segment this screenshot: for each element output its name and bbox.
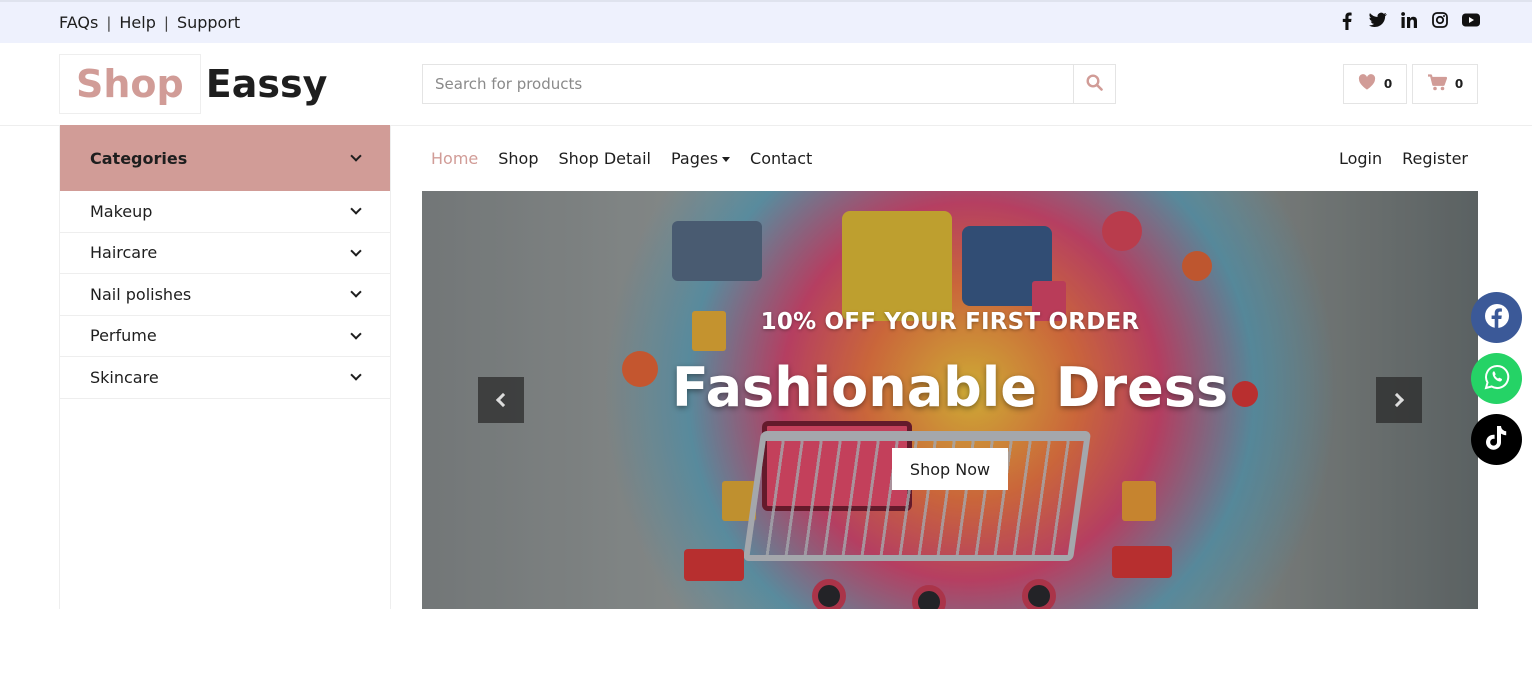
- nav-home[interactable]: Home: [421, 149, 488, 168]
- search-input[interactable]: [423, 65, 1073, 103]
- youtube-icon[interactable]: [1462, 12, 1480, 32]
- carousel-prev-button[interactable]: [478, 377, 524, 423]
- hero-title: Fashionable Dress: [671, 356, 1229, 419]
- instagram-icon[interactable]: [1431, 12, 1449, 32]
- register-link[interactable]: Register: [1392, 149, 1478, 168]
- topbar: FAQs | Help | Support: [0, 0, 1532, 43]
- top-links: FAQs | Help | Support: [59, 13, 240, 32]
- category-label: Perfume: [90, 326, 157, 346]
- chevron-left-icon: [495, 392, 511, 408]
- hero-subtitle: 10% OFF YOUR FIRST ORDER: [760, 309, 1140, 335]
- hero-carousel: 10% OFF YOUR FIRST ORDER Fashionable Dre…: [422, 191, 1478, 609]
- floating-tiktok-button[interactable]: [1471, 414, 1522, 465]
- tiktok-icon: [1485, 425, 1509, 455]
- floating-facebook-button[interactable]: [1471, 292, 1522, 343]
- search-bar: [422, 64, 1116, 104]
- category-label: Nail polishes: [90, 284, 192, 304]
- support-link[interactable]: Support: [177, 13, 240, 32]
- chevron-down-icon: [350, 245, 362, 257]
- chevron-down-icon: [350, 286, 362, 298]
- header: Shop Eassy 0 0: [0, 43, 1532, 126]
- chevron-down-icon: [350, 369, 362, 381]
- category-label: Makeup: [90, 201, 153, 221]
- cart-count: 0: [1454, 77, 1464, 91]
- chevron-down-icon: [350, 328, 362, 340]
- chevron-down-icon: [350, 203, 362, 215]
- linkedin-icon[interactable]: [1400, 12, 1418, 32]
- categories-title: Categories: [90, 148, 188, 168]
- category-item-perfume[interactable]: Perfume: [60, 316, 390, 357]
- category-item-skincare[interactable]: Skincare: [60, 357, 390, 399]
- nav-contact[interactable]: Contact: [740, 149, 822, 168]
- facebook-icon[interactable]: [1338, 12, 1356, 32]
- main-nav: Home Shop Shop Detail Pages Contact Logi…: [421, 140, 1478, 176]
- caret-down-icon: [722, 156, 731, 162]
- logo[interactable]: Shop Eassy: [59, 54, 327, 114]
- category-item-haircare[interactable]: Haircare: [60, 233, 390, 274]
- nav-pages-label: Pages: [670, 148, 719, 168]
- categories-toggle[interactable]: Categories: [60, 125, 390, 191]
- account-links: Login Register: [1329, 149, 1478, 168]
- cart-icon: [1427, 73, 1447, 95]
- search-button[interactable]: [1073, 65, 1115, 103]
- facebook-icon: [1484, 303, 1510, 333]
- chevron-down-icon: [350, 150, 362, 162]
- logo-part-shop: Shop: [59, 54, 201, 114]
- help-link[interactable]: Help: [119, 13, 155, 32]
- shop-now-button[interactable]: Shop Now: [892, 448, 1008, 490]
- carousel-next-button[interactable]: [1376, 377, 1422, 423]
- category-label: Haircare: [90, 243, 158, 263]
- nav-shop[interactable]: Shop: [488, 149, 548, 168]
- search-icon: [1086, 73, 1103, 95]
- wishlist-button[interactable]: 0: [1343, 64, 1407, 104]
- nav-pages-dropdown[interactable]: Pages: [661, 149, 740, 168]
- heart-icon: [1358, 74, 1376, 94]
- chevron-right-icon: [1389, 392, 1405, 408]
- twitter-icon[interactable]: [1369, 12, 1387, 32]
- separator: |: [106, 13, 112, 32]
- category-item-nail-polishes[interactable]: Nail polishes: [60, 274, 390, 316]
- logo-part-eassy: Eassy: [205, 62, 328, 106]
- separator: |: [163, 13, 169, 32]
- login-link[interactable]: Login: [1329, 149, 1392, 168]
- cart-button[interactable]: 0: [1412, 64, 1478, 104]
- faqs-link[interactable]: FAQs: [59, 13, 98, 32]
- wishlist-count: 0: [1383, 77, 1393, 91]
- category-label: Skincare: [90, 367, 159, 387]
- nav-links: Home Shop Shop Detail Pages Contact: [421, 149, 822, 168]
- categories-panel: Categories Makeup Haircare Nail polishes…: [59, 125, 391, 609]
- category-item-makeup[interactable]: Makeup: [60, 191, 390, 233]
- nav-shop-detail[interactable]: Shop Detail: [549, 149, 661, 168]
- whatsapp-icon: [1484, 364, 1510, 394]
- floating-whatsapp-button[interactable]: [1471, 353, 1522, 404]
- social-links-top: [1338, 12, 1480, 32]
